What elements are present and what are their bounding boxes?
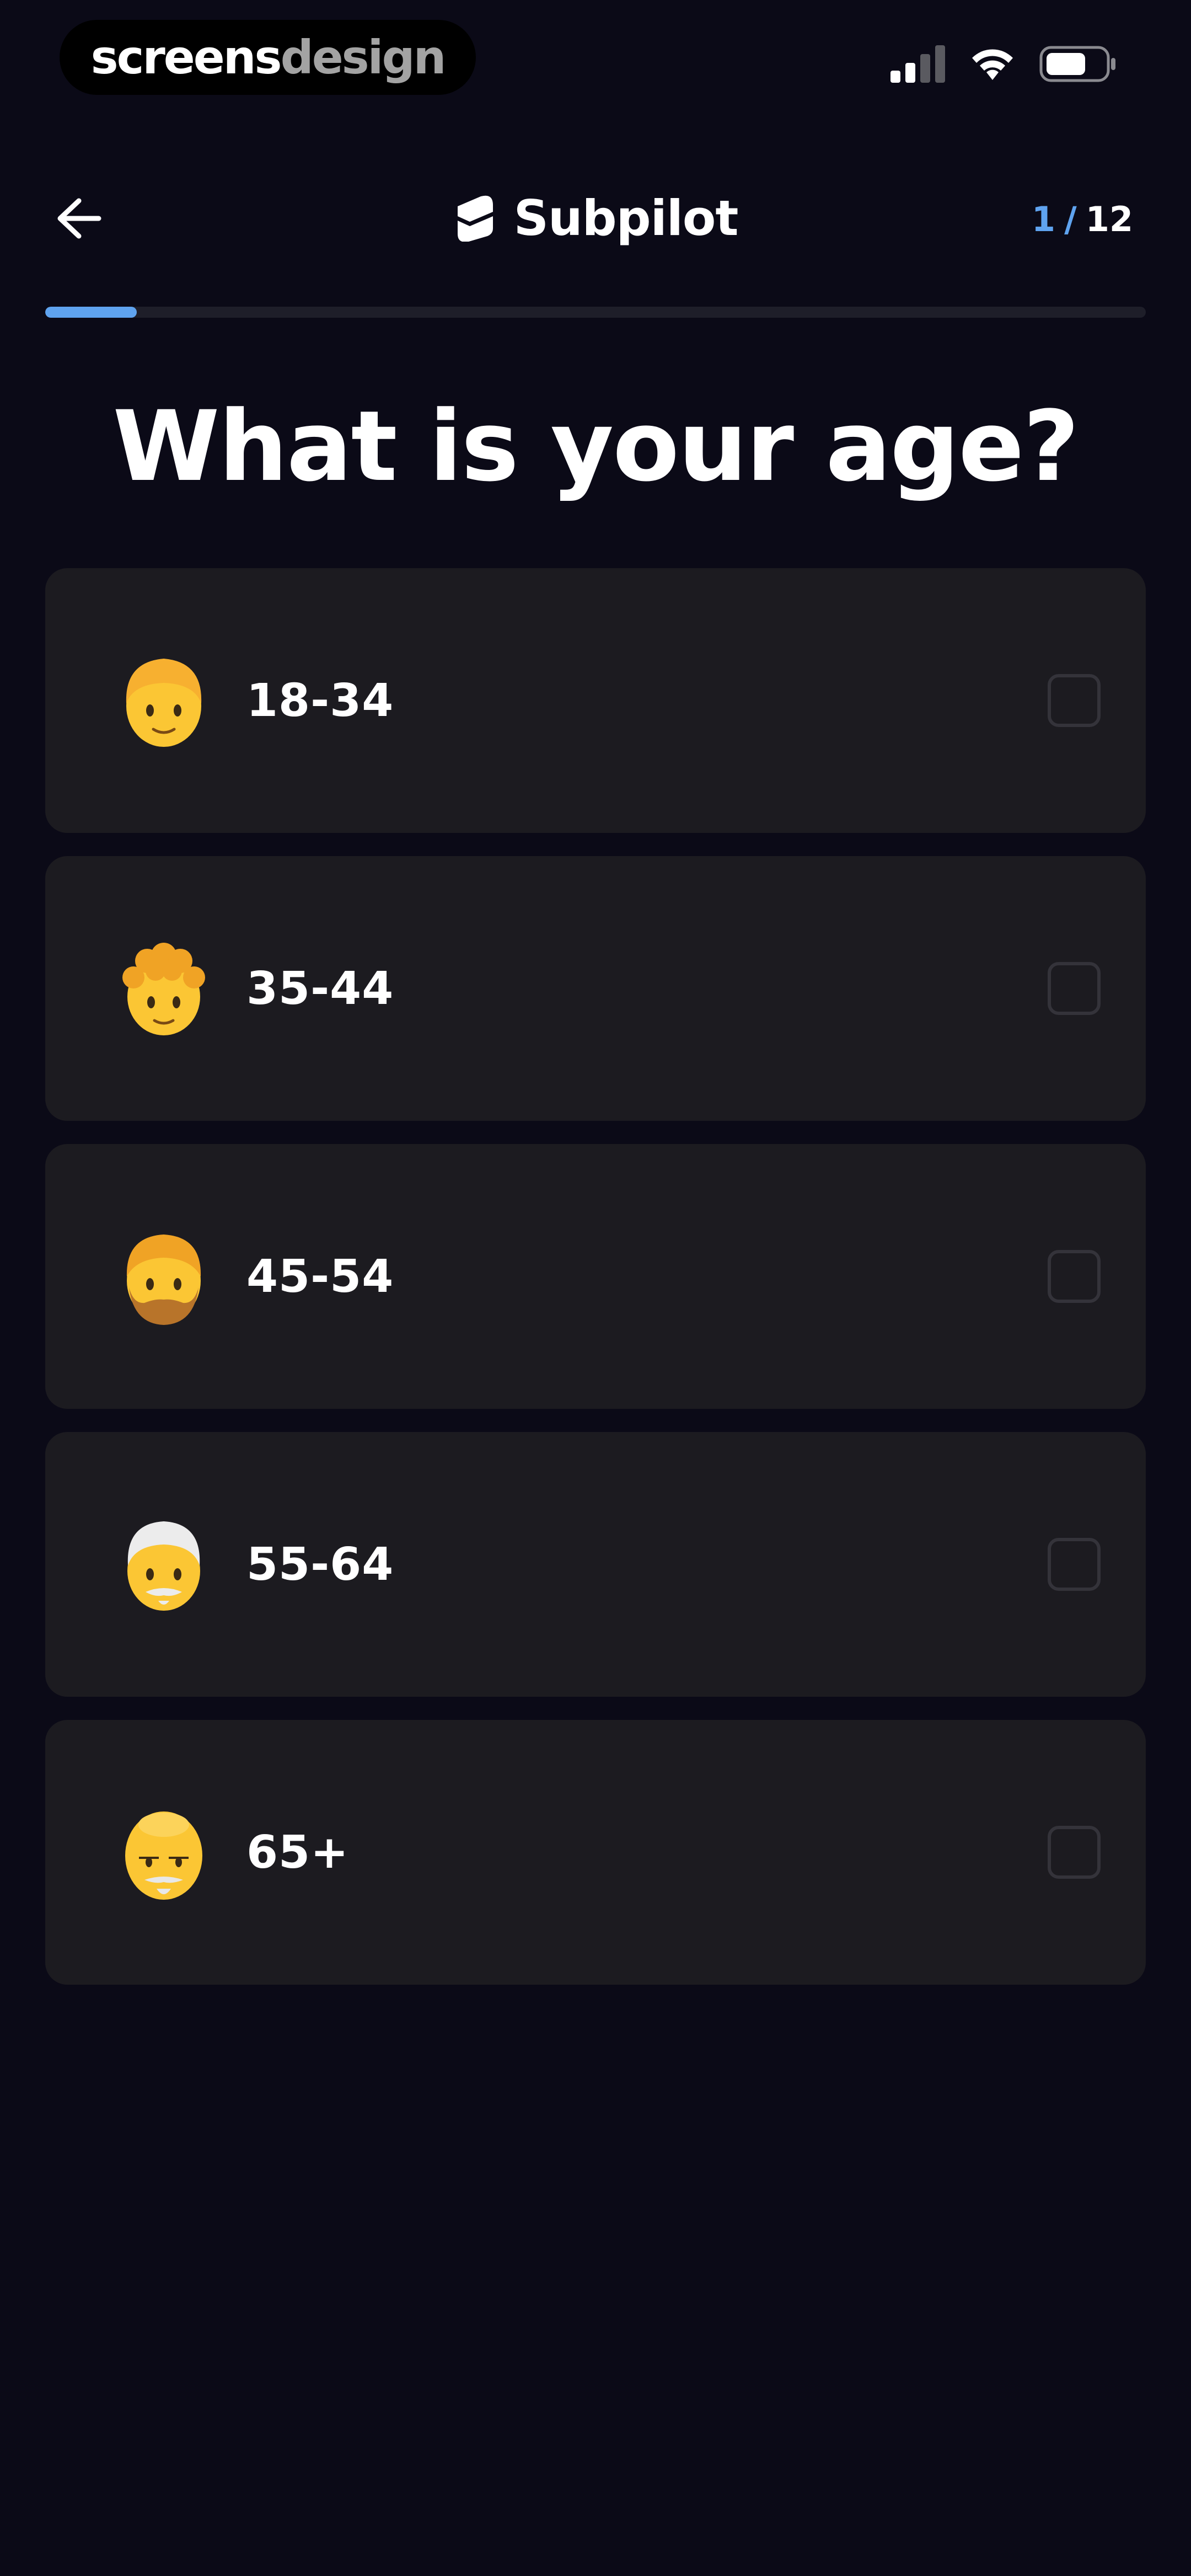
option-checkbox[interactable] <box>1048 962 1101 1015</box>
option-45-54[interactable]: 45-54 <box>45 1144 1146 1409</box>
option-checkbox[interactable] <box>1048 1250 1101 1303</box>
onboarding-screen: screensdesign Subpilot 1 / 12 What is yo… <box>0 0 1191 2576</box>
age-options-list: 18-34 35-44 45-54 55-64 65+ <box>45 568 1146 2008</box>
option-35-44[interactable]: 35-44 <box>45 856 1146 1121</box>
status-icons <box>890 45 1117 83</box>
wifi-icon <box>972 49 1013 80</box>
brand: Subpilot <box>0 182 1191 254</box>
step-total: 12 <box>1085 199 1133 239</box>
brand-name: Subpilot <box>513 189 739 247</box>
watermark-part-design: design <box>280 30 447 84</box>
young-person-emoji-icon <box>126 659 202 747</box>
option-55-64[interactable]: 55-64 <box>45 1432 1146 1697</box>
step-counter: 1/12 <box>1032 197 1133 242</box>
option-18-34[interactable]: 18-34 <box>45 568 1146 833</box>
option-label: 18-34 <box>246 674 394 727</box>
signal-icon <box>890 45 945 83</box>
option-label: 55-64 <box>246 1538 394 1591</box>
watermark-badge: screensdesign <box>60 20 476 95</box>
option-65-plus[interactable]: 65+ <box>45 1720 1146 1985</box>
white-hair-person-emoji-icon <box>127 1521 200 1611</box>
option-checkbox[interactable] <box>1048 1826 1101 1879</box>
option-label: 65+ <box>246 1826 349 1879</box>
option-label: 35-44 <box>246 962 394 1015</box>
watermark-part-screens: screens <box>90 30 282 84</box>
option-checkbox[interactable] <box>1048 1538 1101 1591</box>
option-checkbox[interactable] <box>1048 674 1101 727</box>
step-separator: / <box>1064 199 1077 239</box>
bearded-person-emoji-icon <box>126 1234 201 1325</box>
watermark-text: screensdesign <box>91 34 447 81</box>
curly-hair-person-emoji-icon <box>122 943 205 1035</box>
subpilot-logo-icon <box>457 195 493 242</box>
step-current: 1 <box>1031 199 1056 239</box>
progress-bar <box>45 307 1146 318</box>
option-label: 45-54 <box>246 1250 394 1303</box>
question-title: What is your age? <box>112 390 1079 503</box>
progress-fill <box>45 307 137 318</box>
battery-icon <box>1039 46 1115 82</box>
older-person-emoji-icon <box>125 1811 202 1900</box>
